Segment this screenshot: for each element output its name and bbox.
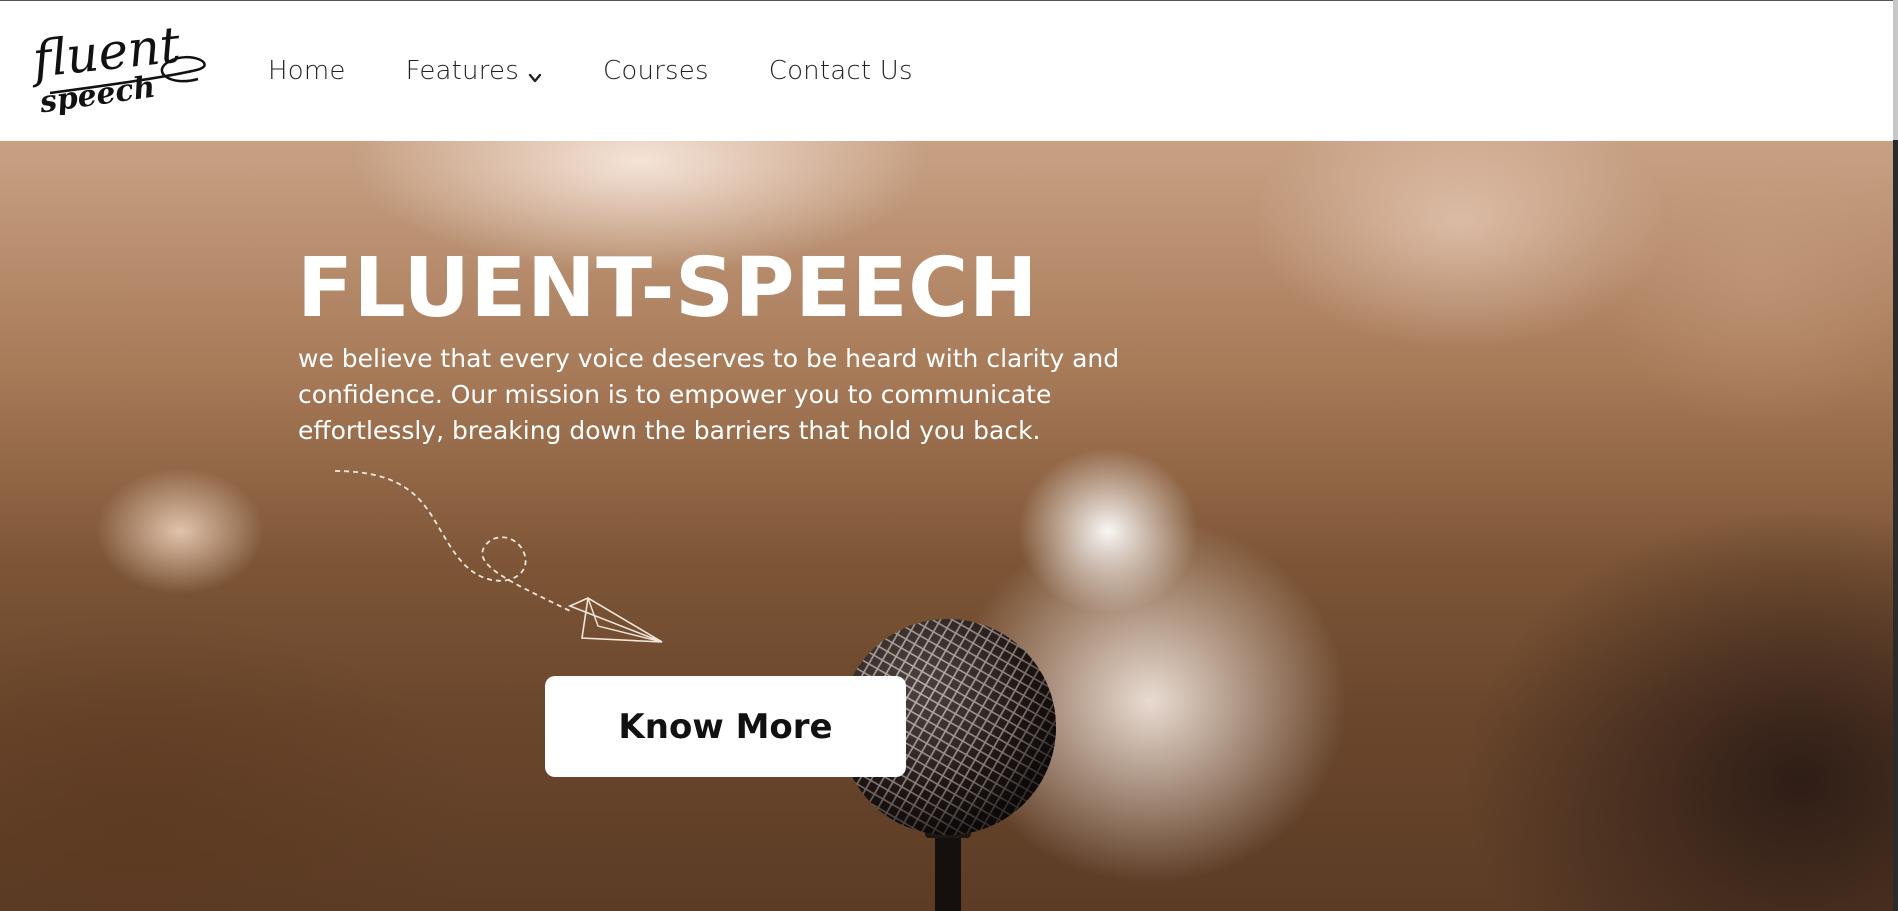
hero-title: FLUENT-SPEECH xyxy=(297,241,1038,336)
scrollbar-thumb[interactable] xyxy=(1893,0,1898,140)
page: fluent speech Home Features Courses Cont… xyxy=(0,0,1893,911)
nav-features-label: Features xyxy=(405,56,519,86)
nav-contact-us[interactable]: Contact Us xyxy=(769,56,913,86)
nav-contact-label: Contact Us xyxy=(768,56,913,86)
know-more-button[interactable]: Know More xyxy=(545,676,906,777)
nav-home[interactable]: Home xyxy=(268,56,346,86)
brand-logo[interactable]: fluent speech xyxy=(26,15,210,121)
navbar: fluent speech Home Features Courses Cont… xyxy=(0,1,1893,141)
page-scrollbar[interactable] xyxy=(1893,0,1898,911)
hero-section: FLUENT-SPEECH we believe that every voic… xyxy=(0,141,1893,911)
main-nav: Home Features Courses Contact Us xyxy=(268,1,973,141)
nav-courses[interactable]: Courses xyxy=(603,56,709,86)
nav-home-label: Home xyxy=(268,56,346,86)
nav-features[interactable]: Features xyxy=(406,56,543,86)
chevron-down-icon xyxy=(527,63,543,83)
paper-plane-icon xyxy=(320,466,680,666)
nav-courses-label: Courses xyxy=(603,56,709,86)
hero-description: we believe that every voice deserves to … xyxy=(298,344,1120,445)
